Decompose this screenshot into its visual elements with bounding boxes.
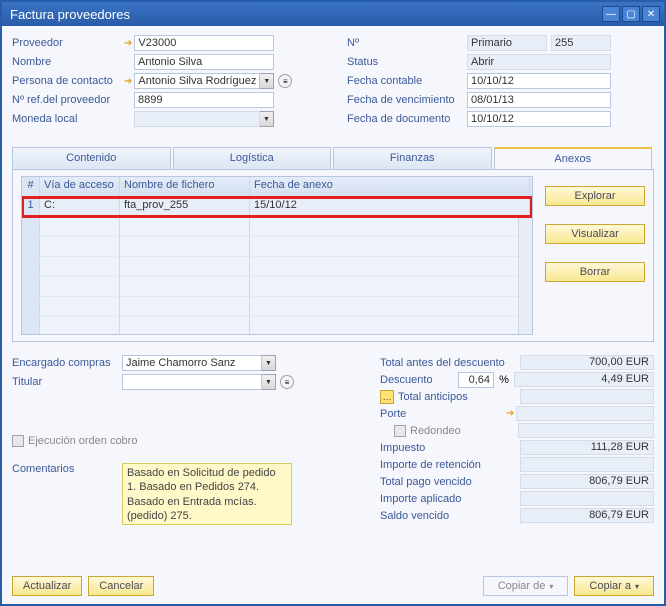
grid-row[interactable]: [22, 277, 532, 297]
row-file: fta_prov_255: [120, 197, 250, 216]
fdoc-field[interactable]: [467, 111, 611, 127]
grid-col-num[interactable]: #: [22, 177, 40, 196]
close-button[interactable]: ✕: [642, 6, 660, 22]
persona-label: Persona de contacto: [12, 75, 122, 87]
delete-button[interactable]: Borrar: [545, 262, 645, 282]
actualizar-button[interactable]: Actualizar: [12, 576, 82, 596]
attachments-grid: # Vía de acceso Nombre de fichero Fecha …: [21, 176, 533, 335]
grid-row[interactable]: [22, 297, 532, 317]
status-value: [467, 54, 611, 70]
saldo-value: 806,79 EUR: [520, 508, 654, 523]
refprov-label: Nº ref.del proveedor: [12, 94, 122, 106]
grid-row[interactable]: 1 C: fta_prov_255 15/10/12: [22, 197, 532, 217]
tab-contenido[interactable]: Contenido: [12, 147, 171, 169]
row-path: C:: [40, 197, 120, 216]
details-button[interactable]: ≡: [280, 375, 294, 389]
tab-logistica[interactable]: Logística: [173, 147, 332, 169]
grid-col-path[interactable]: Vía de acceso: [40, 177, 120, 196]
descuento-label: Descuento: [380, 374, 458, 386]
copiar-de-button[interactable]: Copiar de: [483, 576, 569, 596]
chevron-down-icon[interactable]: ▼: [260, 111, 274, 127]
porte-label: Porte: [380, 408, 504, 420]
tab-anexos[interactable]: Anexos: [494, 147, 653, 169]
aplicado-value: [520, 491, 654, 506]
row-num: 1: [22, 197, 40, 216]
link-arrow-icon[interactable]: ➔: [124, 76, 132, 87]
ejecucion-checkbox: [12, 435, 24, 447]
anticipos-link-icon[interactable]: …: [380, 390, 394, 404]
comentarios-label: Comentarios: [12, 463, 122, 475]
grid-row[interactable]: [22, 237, 532, 257]
grid-header: # Vía de acceso Nombre de fichero Fecha …: [22, 177, 532, 197]
grid-row[interactable]: [22, 217, 532, 237]
encargado-combo[interactable]: [122, 355, 262, 371]
link-arrow-icon[interactable]: ➔: [506, 408, 514, 419]
cancelar-button[interactable]: Cancelar: [88, 576, 154, 596]
redondeo-checkbox: [394, 425, 406, 437]
moneda-combo[interactable]: [134, 111, 260, 127]
persona-combo[interactable]: [134, 73, 260, 89]
titular-combo[interactable]: [122, 374, 262, 390]
retencion-label: Importe de retención: [380, 459, 520, 471]
status-label: Status: [347, 56, 467, 68]
explore-button[interactable]: Explorar: [545, 186, 645, 206]
title-bar: Factura proveedores — ▢ ✕: [2, 2, 664, 26]
copiar-a-button[interactable]: Copiar a: [574, 576, 654, 596]
saldo-label: Saldo vencido: [380, 510, 520, 522]
chevron-down-icon[interactable]: ▼: [260, 73, 274, 89]
row-date: 15/10/12: [250, 197, 530, 216]
nombre-field[interactable]: [134, 54, 274, 70]
num-series[interactable]: [467, 35, 547, 51]
proveedor-label: Proveedor: [12, 37, 122, 49]
num-label: Nº: [347, 37, 467, 49]
fcont-label: Fecha contable: [347, 75, 467, 87]
total-antes-label: Total antes del descuento: [380, 357, 520, 369]
grid-col-file[interactable]: Nombre de fichero: [120, 177, 250, 196]
fvenc-label: Fecha de vencimiento: [347, 94, 467, 106]
window-title: Factura proveedores: [10, 7, 600, 22]
encargado-label: Encargado compras: [12, 357, 122, 369]
redondeo-value: [518, 423, 654, 438]
refprov-field[interactable]: [134, 92, 274, 108]
total-antes-value: 700,00 EUR: [520, 355, 654, 370]
pct-sign: %: [494, 374, 514, 386]
grid-col-date[interactable]: Fecha de anexo: [250, 177, 530, 196]
link-arrow-icon[interactable]: ➔: [124, 38, 132, 49]
redondeo-label: Redondeo: [410, 425, 518, 437]
tab-finanzas[interactable]: Finanzas: [333, 147, 492, 169]
impuesto-label: Impuesto: [380, 442, 520, 454]
anticipos-label: Total anticipos: [398, 391, 520, 403]
anexos-panel: # Vía de acceso Nombre de fichero Fecha …: [12, 170, 654, 342]
impuesto-value: 111,28 EUR: [520, 440, 654, 455]
grid-row[interactable]: [22, 317, 532, 335]
proveedor-field[interactable]: [134, 35, 274, 51]
maximize-button[interactable]: ▢: [622, 6, 640, 22]
titular-label: Titular: [12, 376, 122, 388]
descuento-value: 4,49 EUR: [514, 372, 654, 387]
details-button[interactable]: ≡: [278, 74, 292, 88]
nombre-label: Nombre: [12, 56, 122, 68]
grid-scrollbar[interactable]: [518, 197, 532, 334]
comentarios-field[interactable]: Basado en Solicitud de pedido 1. Basado …: [122, 463, 292, 525]
moneda-label: Moneda local: [12, 113, 122, 125]
aplicado-label: Importe aplicado: [380, 493, 520, 505]
num-value: [551, 35, 611, 51]
chevron-down-icon[interactable]: ▼: [262, 355, 276, 371]
ejecucion-label: Ejecución orden cobro: [28, 435, 137, 447]
view-button[interactable]: Visualizar: [545, 224, 645, 244]
descuento-pct-field[interactable]: [458, 372, 494, 388]
fcont-field[interactable]: [467, 73, 611, 89]
retencion-value: [520, 457, 654, 472]
chevron-down-icon[interactable]: ▼: [262, 374, 276, 390]
anticipos-value: [520, 389, 654, 404]
fvenc-field[interactable]: [467, 92, 611, 108]
porte-value: [516, 406, 654, 421]
minimize-button[interactable]: —: [602, 6, 620, 22]
pago-vencido-value: 806,79 EUR: [520, 474, 654, 489]
pago-vencido-label: Total pago vencido: [380, 476, 520, 488]
fdoc-label: Fecha de documento: [347, 113, 467, 125]
grid-row[interactable]: [22, 257, 532, 277]
